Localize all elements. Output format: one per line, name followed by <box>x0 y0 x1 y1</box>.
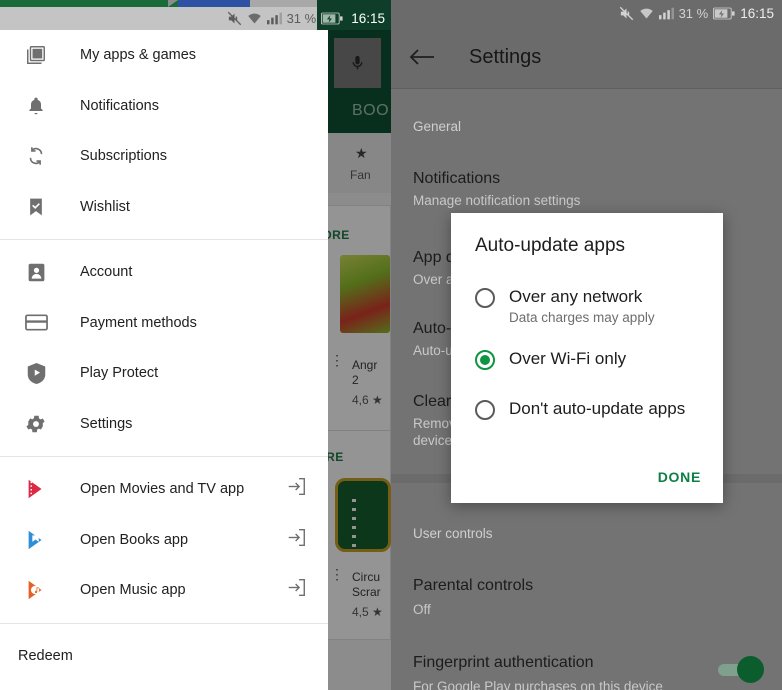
accent-bar-wedge <box>168 0 178 7</box>
battery-percent-label: 31 % <box>286 11 317 26</box>
open-external-icon[interactable] <box>287 578 306 602</box>
battery-charging-icon <box>321 12 343 25</box>
screenshot-root: BOO ★ o... Fan MORE ⋮ Angr2 4,6 ★ MORE ⋮… <box>0 0 782 690</box>
radio-option-over-any-network[interactable]: Over any network Data charges may apply <box>475 286 655 327</box>
sidebar-label: Payment methods <box>80 314 197 331</box>
sidebar-label: Open Movies and TV app <box>80 481 245 498</box>
drawer-divider-1 <box>0 239 328 240</box>
accent-bar-blue <box>178 0 250 7</box>
status-bar-left: 31 % 16:15 <box>0 7 391 30</box>
redeem-label: Redeem <box>18 647 73 664</box>
top-accent-bar <box>0 0 391 7</box>
sidebar-item-redeem[interactable]: Redeem <box>0 631 328 681</box>
accent-bar-dark <box>317 0 391 7</box>
sidebar-label: Play Protect <box>80 365 159 382</box>
accent-bar-grey <box>250 0 317 7</box>
radio-button-selected[interactable] <box>475 350 495 370</box>
sidebar-item-open-music[interactable]: Open Music app <box>0 565 328 616</box>
bookmark-check-icon <box>18 196 54 218</box>
navigation-drawer: My apps & games Notifications Subscripti… <box>0 30 328 690</box>
sidebar-label: Account <box>80 264 133 281</box>
sidebar-label: Settings <box>80 415 133 432</box>
cellular-signal-icon <box>266 12 282 25</box>
bell-icon <box>18 95 54 117</box>
credit-card-icon <box>18 313 54 332</box>
sidebar-label: Open Books app <box>80 531 189 548</box>
dialog-title: Auto-update apps <box>475 235 626 256</box>
sidebar-item-settings[interactable]: Settings <box>0 399 328 450</box>
mute-icon <box>227 11 242 26</box>
left-panel-play-store-drawer: BOO ★ o... Fan MORE ⋮ Angr2 4,6 ★ MORE ⋮… <box>0 0 391 690</box>
sidebar-item-notifications[interactable]: Notifications <box>0 81 328 132</box>
radio-label: Over any network <box>509 287 643 306</box>
sidebar-label: Wishlist <box>80 198 130 215</box>
sidebar-item-subscriptions[interactable]: Subscriptions <box>0 131 328 182</box>
sidebar-label: Notifications <box>80 97 159 114</box>
radio-button-unselected[interactable] <box>475 400 495 420</box>
refresh-loop-icon <box>18 145 54 167</box>
sidebar-item-payment-methods[interactable]: Payment methods <box>0 298 328 349</box>
dialog-overlay: Auto-update apps Over any network Data c… <box>391 0 782 690</box>
accent-bar-green <box>0 0 168 7</box>
person-badge-icon <box>18 262 54 283</box>
auto-update-apps-dialog: Auto-update apps Over any network Data c… <box>451 213 723 503</box>
radio-button-unselected[interactable] <box>475 288 495 308</box>
radio-option-over-wifi-only[interactable]: Over Wi-Fi only <box>475 348 626 370</box>
play-movies-icon <box>18 478 54 500</box>
shield-play-icon <box>18 362 54 385</box>
play-books-icon <box>18 529 54 551</box>
radio-sublabel: Data charges may apply <box>509 310 655 325</box>
sidebar-item-open-books[interactable]: Open Books app <box>0 515 328 566</box>
sidebar-label: Open Music app <box>80 582 186 599</box>
sidebar-item-my-apps-games[interactable]: My apps & games <box>0 30 328 81</box>
sidebar-label: Subscriptions <box>80 148 168 165</box>
sidebar-item-play-protect[interactable]: Play Protect <box>0 348 328 399</box>
open-external-icon[interactable] <box>287 477 306 501</box>
drawer-divider-3 <box>0 622 328 624</box>
play-music-icon <box>18 579 54 601</box>
sidebar-item-open-movies-tv[interactable]: Open Movies and TV app <box>0 464 328 515</box>
apps-grid-icon <box>18 44 54 66</box>
radio-label: Over Wi-Fi only <box>509 349 627 368</box>
open-external-icon[interactable] <box>287 528 306 552</box>
right-panel-settings: 31 % 16:15 Settings General Notification… <box>391 0 782 690</box>
gear-icon <box>18 413 54 435</box>
done-button[interactable]: DONE <box>658 469 701 485</box>
radio-option-dont-auto-update[interactable]: Don't auto-update apps <box>475 398 685 420</box>
wifi-icon <box>247 12 262 25</box>
status-bar-clock-left: 16:15 <box>351 11 385 26</box>
sidebar-item-wishlist[interactable]: Wishlist <box>0 182 328 233</box>
radio-label: Don't auto-update apps <box>509 399 686 418</box>
sidebar-label: My apps & games <box>80 47 197 64</box>
sidebar-item-account[interactable]: Account <box>0 247 328 298</box>
drawer-divider-2 <box>0 456 328 457</box>
